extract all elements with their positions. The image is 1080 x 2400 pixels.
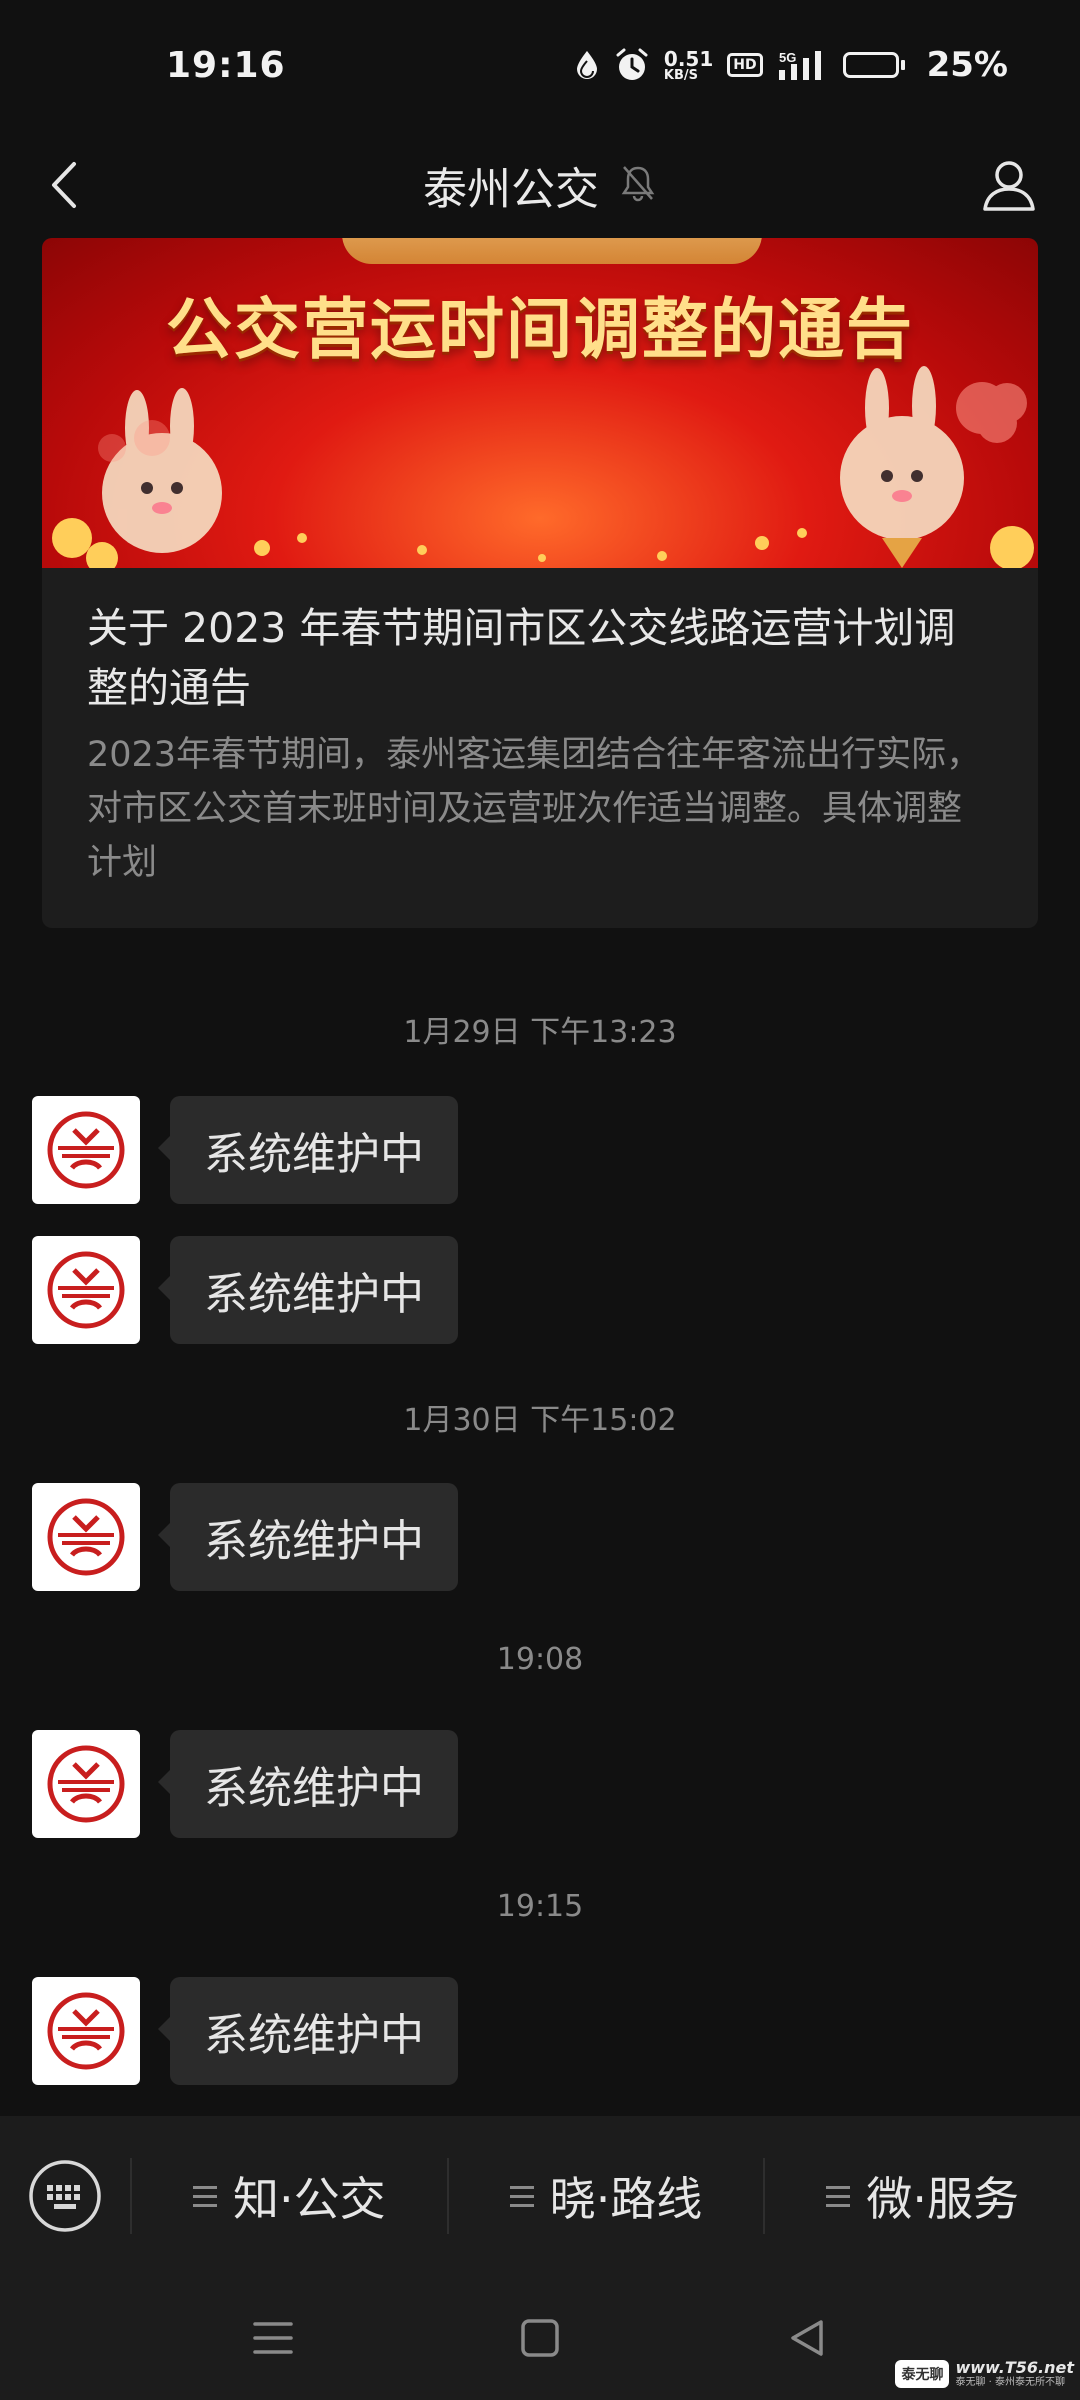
recent-apps-button[interactable] [238, 2303, 308, 2373]
menu-item-label: 晓·路线 [549, 2172, 703, 2226]
avatar[interactable] [32, 1096, 140, 1204]
menu-item-label: 微·服务 [866, 2172, 1019, 2226]
page-title: 泰州公交 [423, 164, 599, 215]
message-row: 系统维护中 [32, 1977, 458, 2085]
message-bubble[interactable]: 系统维护中 [158, 1236, 458, 1344]
avatar[interactable] [32, 1977, 140, 2085]
menu-item-bus-info[interactable]: 知·公交 [132, 2116, 447, 2276]
message-bubble[interactable]: 系统维护中 [158, 1483, 458, 1591]
message-bubble[interactable]: 系统维护中 [158, 1096, 458, 1204]
network-speed: 0.51 KB/S [664, 49, 713, 82]
banner-title: 公交营运时间调整的通告 [166, 290, 914, 368]
watermark-subtitle: 泰无聊 · 泰州泰无所不聊 [955, 2377, 1065, 2388]
back-button[interactable] [34, 152, 94, 218]
battery-icon [842, 52, 905, 78]
square-home-icon [521, 2319, 559, 2357]
message-timestamp: 1月30日 下午15:02 [403, 1403, 677, 1438]
keyboard-icon [29, 2160, 101, 2232]
bus-company-logo-icon [47, 1498, 125, 1576]
mute-bell-icon [619, 163, 657, 207]
menu-item-label: 知·公交 [233, 2172, 386, 2226]
avatar[interactable] [32, 1236, 140, 1344]
watermark-url: www.T56.net [955, 2358, 1074, 2378]
system-back-button[interactable] [772, 2303, 842, 2373]
status-icons: 0.51 KB/S HD 5G 25% [574, 45, 1008, 85]
battery-percent: 25% [926, 45, 1008, 85]
bus-company-logo-icon [47, 1745, 125, 1823]
bus-company-logo-icon [47, 1251, 125, 1329]
message-row: 系统维护中 [32, 1730, 458, 1838]
water-drop-icon [574, 49, 600, 81]
message-timestamp: 19:15 [496, 1889, 584, 1924]
network-type-label: 5G [779, 50, 796, 65]
menu-list-icon [193, 2185, 218, 2207]
hd-badge: HD [727, 53, 763, 77]
article-banner-image: 公交营运时间调整的通告 [42, 238, 1038, 568]
avatar[interactable] [32, 1730, 140, 1838]
home-button[interactable] [505, 2303, 575, 2373]
signal-5g-icon: 5G [777, 48, 829, 82]
menu-item-routes[interactable]: 晓·路线 [449, 2116, 764, 2276]
menu-list-icon [826, 2185, 851, 2207]
watermark-logo: 泰无聊 [895, 2359, 950, 2388]
bus-company-logo-icon [47, 1111, 125, 1189]
site-watermark: 泰无聊 www.T56.net 泰无聊 · 泰州泰无所不聊 [895, 2359, 1074, 2388]
keyboard-toggle-button[interactable] [0, 2158, 130, 2234]
message-row: 系统维护中 [32, 1236, 458, 1344]
chevron-left-icon [52, 162, 76, 208]
message-row: 系统维护中 [32, 1096, 458, 1204]
article-title: 关于 2023 年春节期间市区公交线路运营计划调整的通告 [87, 604, 956, 712]
article-summary: 2023年春节期间，泰州客运集团结合往年客流出行实际，对市区公交首末班时间及运营… [87, 735, 982, 883]
bottom-menu-bar: 知·公交 晓·路线 微·服务 [0, 2116, 1080, 2276]
avatar[interactable] [32, 1483, 140, 1591]
bus-company-logo-icon [47, 1992, 125, 2070]
message-timestamp: 1月29日 下午13:23 [403, 1015, 677, 1050]
message-bubble[interactable]: 系统维护中 [158, 1730, 458, 1838]
nav-bar: 泰州公交 [0, 130, 1080, 240]
system-navigation-bar: 泰无聊 www.T56.net 泰无聊 · 泰州泰无所不聊 [0, 2276, 1080, 2400]
network-speed-value: 0.51 [663, 46, 714, 71]
status-time: 19:16 [166, 44, 286, 86]
message-row: 系统维护中 [32, 1483, 458, 1591]
menu-item-services[interactable]: 微·服务 [765, 2116, 1080, 2276]
menu-list-icon [509, 2185, 534, 2207]
alarm-clock-icon [614, 47, 650, 83]
profile-button[interactable] [974, 148, 1044, 222]
network-speed-unit: KB/S [663, 67, 698, 83]
message-bubble[interactable]: 系统维护中 [158, 1977, 458, 2085]
person-icon [983, 161, 1035, 211]
status-bar: 19:16 0.51 KB/S HD 5G 25% [0, 0, 1080, 130]
triangle-back-icon [790, 2320, 823, 2356]
message-timestamp: 19:08 [496, 1642, 584, 1677]
article-card[interactable]: 公交营运时间调整的通告 关于 2023 年春节期间市区公交线路运营计划调整的通告… [42, 238, 1038, 928]
menu-lines-icon [253, 2322, 294, 2354]
